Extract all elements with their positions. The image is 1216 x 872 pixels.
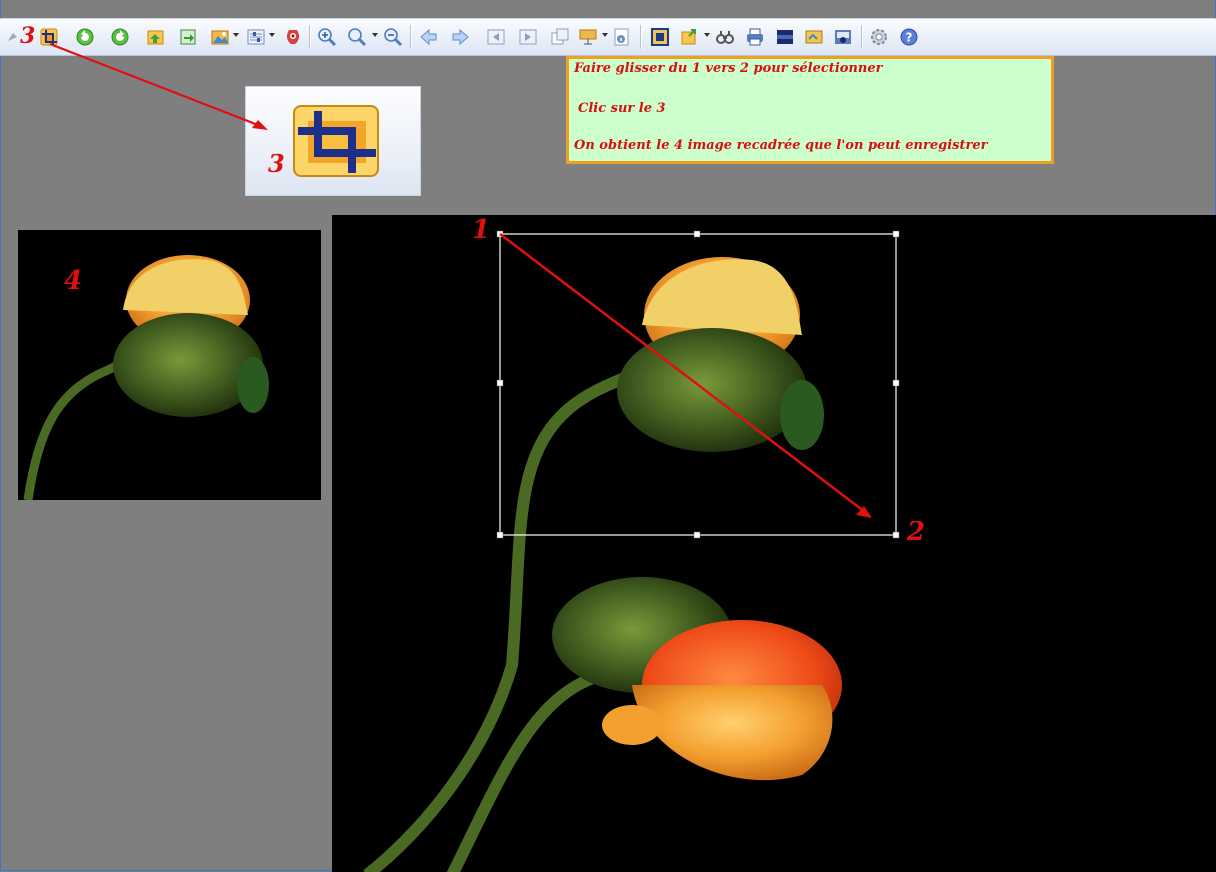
settings-button[interactable] [869, 27, 889, 47]
zoom-in-button[interactable] [317, 27, 337, 47]
zoom-dropdown[interactable] [372, 33, 378, 37]
find-button[interactable] [715, 27, 735, 47]
instructions-box: Faire glisser du 1 vers 2 pour sélection… [566, 56, 1054, 164]
annotation-start-number: 1 [472, 215, 491, 245]
cropped-result-thumbnail: 4 [18, 230, 321, 500]
first-button[interactable] [486, 27, 506, 47]
toolbar-separator [410, 25, 412, 49]
send-button[interactable] [804, 27, 824, 47]
toolbar-separator [309, 25, 311, 49]
film-strip-button[interactable] [775, 27, 795, 47]
annotation-end-number: 2 [907, 517, 926, 547]
zoom-out-button[interactable] [383, 27, 403, 47]
zoom-button[interactable] [347, 27, 367, 47]
share-dropdown[interactable] [704, 33, 710, 37]
image-canvas[interactable]: 1 2 [332, 215, 1216, 872]
instruction-line-3: On obtient le 4 image recadrée que l'on … [574, 138, 988, 153]
print-button[interactable] [745, 27, 765, 47]
svg-text:?: ? [906, 31, 913, 45]
callout-arrow [49, 42, 268, 130]
crop-icon [290, 103, 382, 179]
instruction-line-1: Faire glisser du 1 vers 2 pour sélection… [574, 61, 883, 76]
last-button[interactable] [518, 27, 538, 47]
capture-button[interactable] [833, 27, 853, 47]
annotation-zoom-number: 3 [268, 149, 285, 178]
annotation-thumb-number: 4 [64, 266, 83, 296]
slideshow-dropdown[interactable] [602, 33, 608, 37]
toolbar-separator [640, 25, 642, 49]
slideshow-button[interactable] [578, 27, 598, 47]
help-button[interactable]: ? [899, 27, 919, 47]
fullscreen-button[interactable] [650, 27, 670, 47]
info-button[interactable] [612, 27, 632, 47]
copy-button[interactable] [550, 27, 570, 47]
share-button[interactable] [680, 27, 700, 47]
instruction-line-2: Clic sur le 3 [578, 101, 666, 116]
forward-button[interactable] [450, 27, 470, 47]
back-button[interactable] [419, 27, 439, 47]
toolbar-separator [861, 25, 863, 49]
